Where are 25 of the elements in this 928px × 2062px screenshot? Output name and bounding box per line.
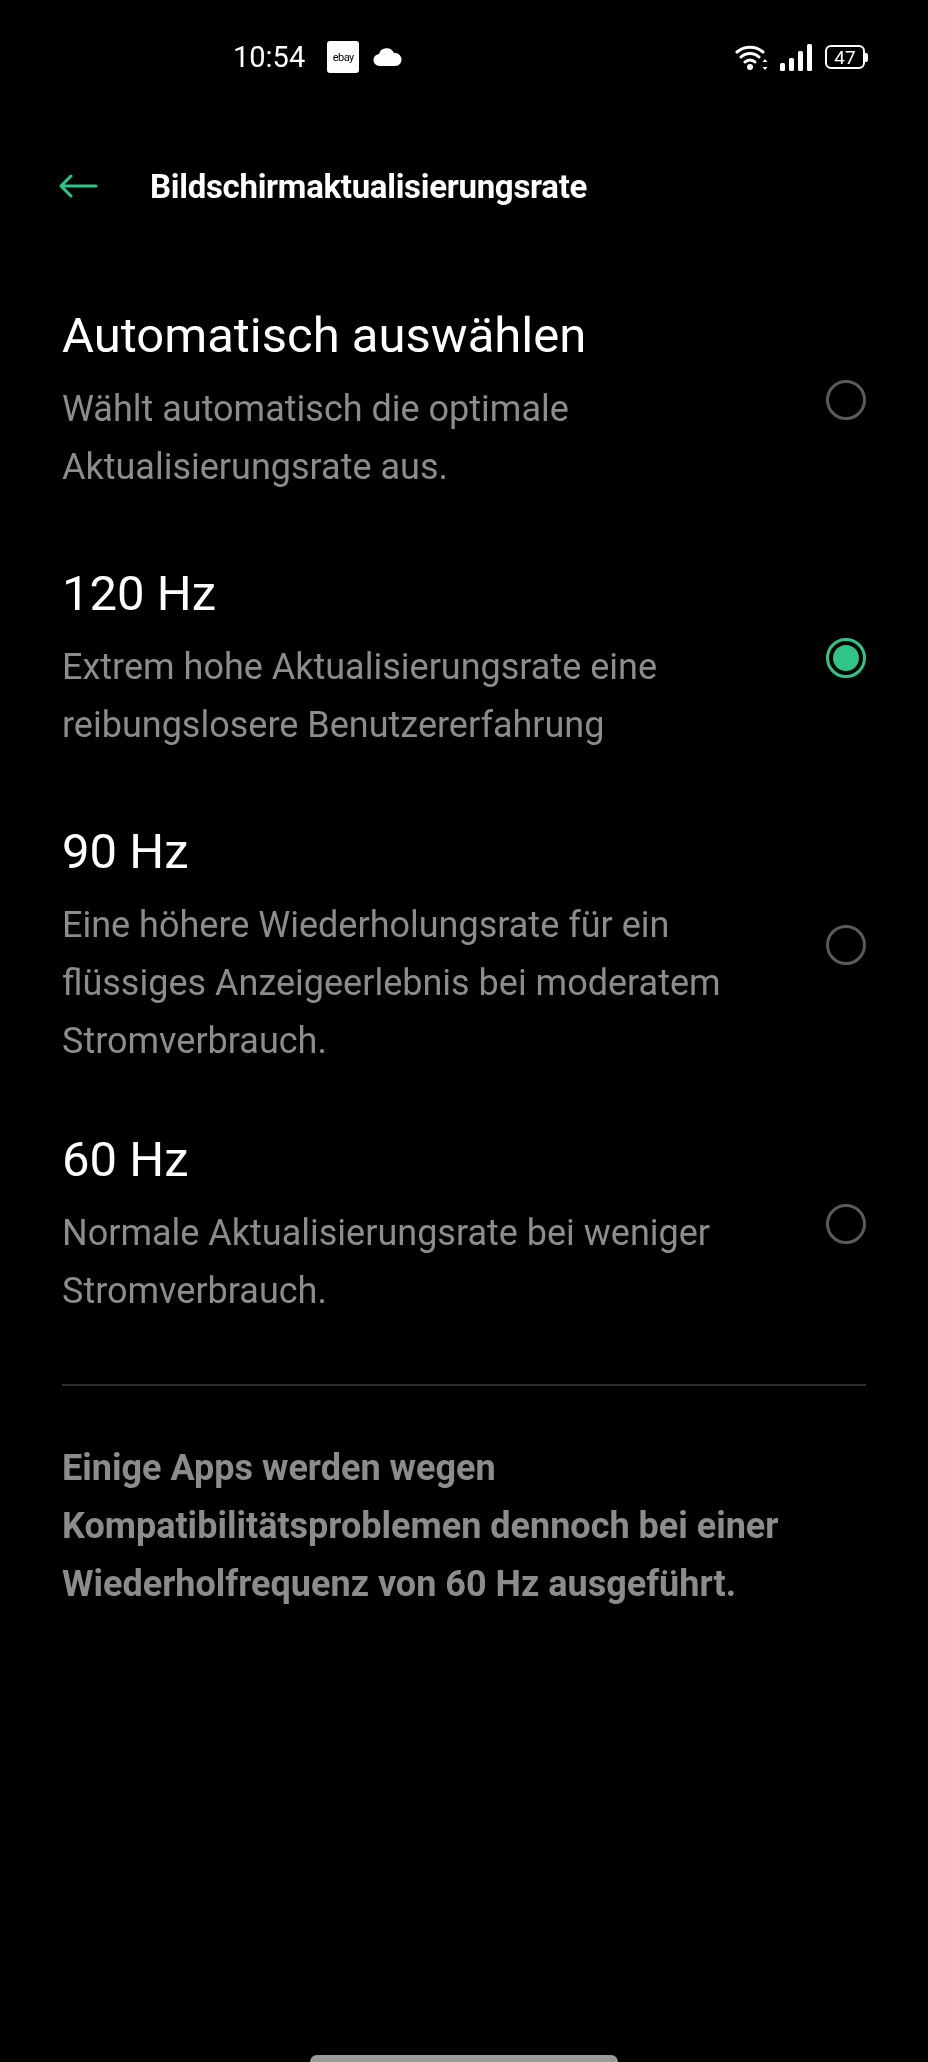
compatibility-note: Einige Apps werden wegen Kompatibilitätsproblemen dennoch bei einer Wiederholfrequenz von 60 Hz ausgeführt. xyxy=(62,1446,780,1607)
notification-app-icon: ebay xyxy=(327,41,360,73)
radio-button[interactable] xyxy=(826,1204,866,1244)
option-title: 120 Hz xyxy=(62,564,218,624)
radio-button[interactable] xyxy=(826,638,866,678)
refresh-rate-option[interactable]: 120 Hz Extrem hohe Aktualisierungsrate eine reibungslosere Benutzererfahrung xyxy=(62,562,866,754)
clock: 10:54 xyxy=(233,42,306,72)
refresh-rate-option[interactable]: 90 Hz Eine höhere Wiederholungsrate für ein flüssiges Anzeigeerlebnis bei moderatem Stromverbrauch. xyxy=(62,820,866,1070)
wifi-icon xyxy=(735,43,769,71)
refresh-rate-option[interactable]: 60 Hz Normale Aktualisierungsrate bei weniger Stromverbrauch. xyxy=(62,1128,866,1320)
option-title: 90 Hz xyxy=(62,822,190,882)
option-title: 60 Hz xyxy=(62,1130,190,1190)
radio-button[interactable] xyxy=(826,925,866,965)
refresh-rate-option[interactable]: Automatisch auswählen Wählt automatisch die optimale Aktualisierungsrate aus. xyxy=(62,304,866,496)
option-title: Automatisch auswählen xyxy=(62,306,588,366)
option-description: Eine höhere Wiederholungsrate für ein flüssiges Anzeigeerlebnis bei moderatem Stromverbrauch. xyxy=(62,903,722,1064)
radio-button[interactable] xyxy=(826,380,866,420)
battery-indicator: 47 xyxy=(825,45,868,69)
option-description: Extrem hohe Aktualisierungsrate eine reibungslosere Benutzererfahrung xyxy=(62,645,659,748)
option-description: Normale Aktualisierungsrate bei weniger Stromverbrauch. xyxy=(62,1211,712,1314)
page-title: Bildschirmaktualisierungsrate xyxy=(150,169,588,203)
signal-icon xyxy=(779,43,813,71)
cloud-icon xyxy=(373,48,404,66)
back-arrow-icon xyxy=(58,174,98,198)
option-description: Wählt automatisch die optimale Aktualisierungsrate aus. xyxy=(62,387,570,490)
